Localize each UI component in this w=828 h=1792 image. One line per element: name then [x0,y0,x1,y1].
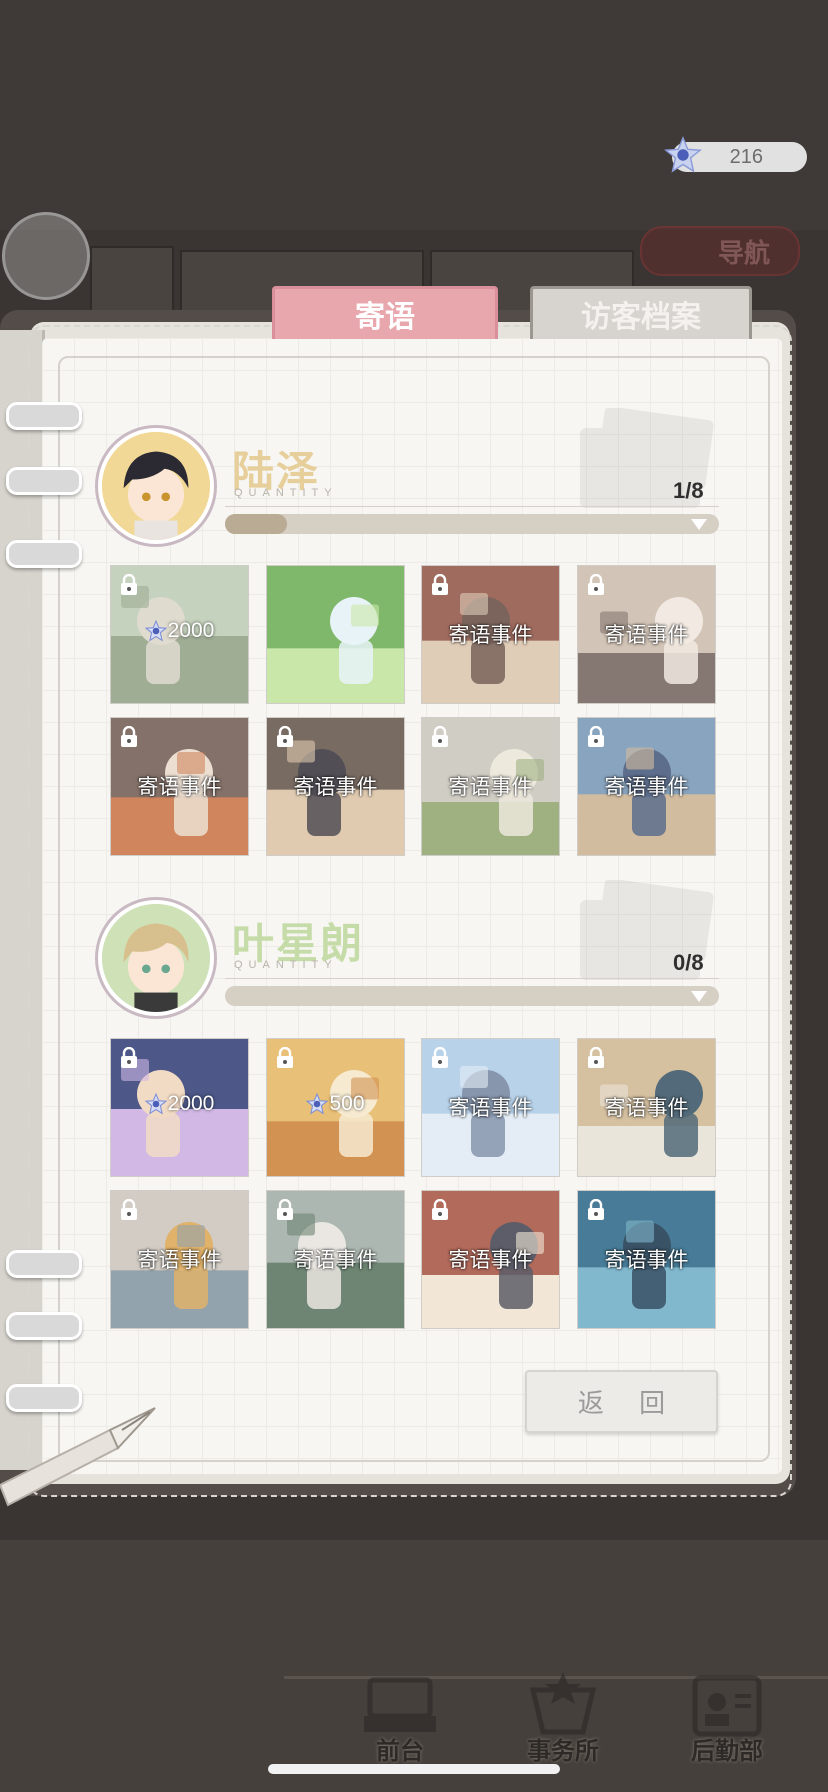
card-label: 寄语事件 [293,776,378,799]
character-portrait [102,432,210,540]
star-crystal-icon [144,620,167,642]
bottom-tab-logistics[interactable]: 后勤部 [667,1670,787,1780]
character-subtitle: QUANTITY [234,959,338,971]
story-card[interactable]: 寄语事件 [577,1038,716,1177]
lock-icon [121,726,137,747]
tab-label: 访客档案 [581,300,701,335]
card-artwork [267,566,404,703]
wall-panel [90,246,174,320]
tab-visitor-archive[interactable]: 访客档案 [530,286,752,339]
lock-icon [588,1047,604,1068]
fountain-pen-icon [0,1407,156,1507]
dropdown-arrow-icon [691,519,707,530]
star-crystal-icon [664,136,702,173]
story-card[interactable] [266,565,405,704]
story-card[interactable]: 2000 [110,1038,249,1177]
character-portrait [102,904,210,1012]
currency-amount: 216 [729,145,763,168]
progress-bar[interactable] [225,986,719,1006]
card-label: 寄语事件 [604,1097,689,1120]
dropdown-arrow-icon [691,991,707,1002]
binder-ring [6,402,82,430]
story-card[interactable]: 寄语事件 [266,1190,405,1329]
story-card[interactable]: 寄语事件 [577,1190,716,1329]
card-label: 寄语事件 [448,1249,533,1272]
divider [225,978,719,979]
card-label: 寄语事件 [137,776,222,799]
story-card[interactable]: 寄语事件 [110,717,249,856]
lock-icon [588,726,604,747]
lock-icon [121,1047,137,1068]
character-subtitle: QUANTITY [234,487,338,499]
story-card[interactable]: 寄语事件 [421,1038,560,1177]
avatar-yexinglang[interactable] [98,900,214,1016]
lock-icon [432,1047,448,1068]
top-backdrop [0,0,828,230]
office-icon [529,1672,597,1735]
card-label: 寄语事件 [448,624,533,647]
lock-icon [588,574,604,595]
story-card[interactable]: 寄语事件 [421,1190,560,1329]
divider [225,506,719,507]
binder-ring [6,467,82,495]
binder-ring [6,540,82,568]
story-card[interactable]: 寄语事件 [421,565,560,704]
binder-ring [6,1250,82,1278]
card-cost-value: 2000 [167,619,215,642]
lock-icon [277,726,293,747]
avatar-luze[interactable] [98,428,214,544]
nav-button-label: 导航 [717,237,770,268]
card-cost: 500 [267,1092,404,1116]
home-indicator [268,1764,560,1774]
card-label: 寄语事件 [448,776,533,799]
lock-icon [277,1199,293,1220]
story-card[interactable]: 寄语事件 [110,1190,249,1329]
card-cost: 2000 [111,1092,248,1116]
bottom-tab-label: 事务所 [527,1736,599,1765]
binder-ring [6,1312,82,1340]
ghost-menu-icon[interactable] [2,212,90,300]
logistics-icon [692,1675,762,1737]
story-card[interactable]: 500 [266,1038,405,1177]
return-button[interactable]: 返 回 [525,1370,718,1433]
story-card[interactable]: 寄语事件 [577,565,716,704]
story-card[interactable]: 2000 [110,565,249,704]
card-label: 寄语事件 [604,624,689,647]
star-crystal-icon [306,1093,329,1115]
tab-label: 寄语 [355,300,415,335]
lock-icon [432,1199,448,1220]
currency-counter[interactable]: 216 [664,136,807,173]
lock-icon [432,726,448,747]
story-card[interactable]: 寄语事件 [421,717,560,856]
card-label: 寄语事件 [448,1097,533,1120]
story-card[interactable]: 寄语事件 [577,717,716,856]
tab-messages[interactable]: 寄语 [272,286,498,339]
card-label: 寄语事件 [604,776,689,799]
progress-fill [225,514,287,534]
card-label: 寄语事件 [137,1249,222,1272]
lock-icon [121,1199,137,1220]
bottom-tab-label: 前台 [376,1736,424,1765]
lock-icon [588,1199,604,1220]
lock-icon [432,574,448,595]
star-crystal-icon [144,1093,167,1115]
card-label: 寄语事件 [604,1249,689,1272]
return-button-label: 返 回 [577,1388,680,1418]
notebook-spine [0,330,45,1470]
progress-count: 1/8 [673,478,704,503]
card-label: 寄语事件 [293,1249,378,1272]
story-card[interactable]: 寄语事件 [266,717,405,856]
lock-icon [121,574,137,595]
card-cost-value: 500 [329,1092,365,1115]
progress-bar[interactable] [225,514,719,534]
card-cost: 2000 [111,619,248,643]
lock-icon [277,1047,293,1068]
bottom-tab-label: 后勤部 [691,1736,763,1765]
reception-icon [364,1677,436,1732]
progress-count: 0/8 [673,950,704,975]
card-cost-value: 2000 [167,1092,215,1115]
nav-button[interactable]: 导航 [640,226,800,276]
